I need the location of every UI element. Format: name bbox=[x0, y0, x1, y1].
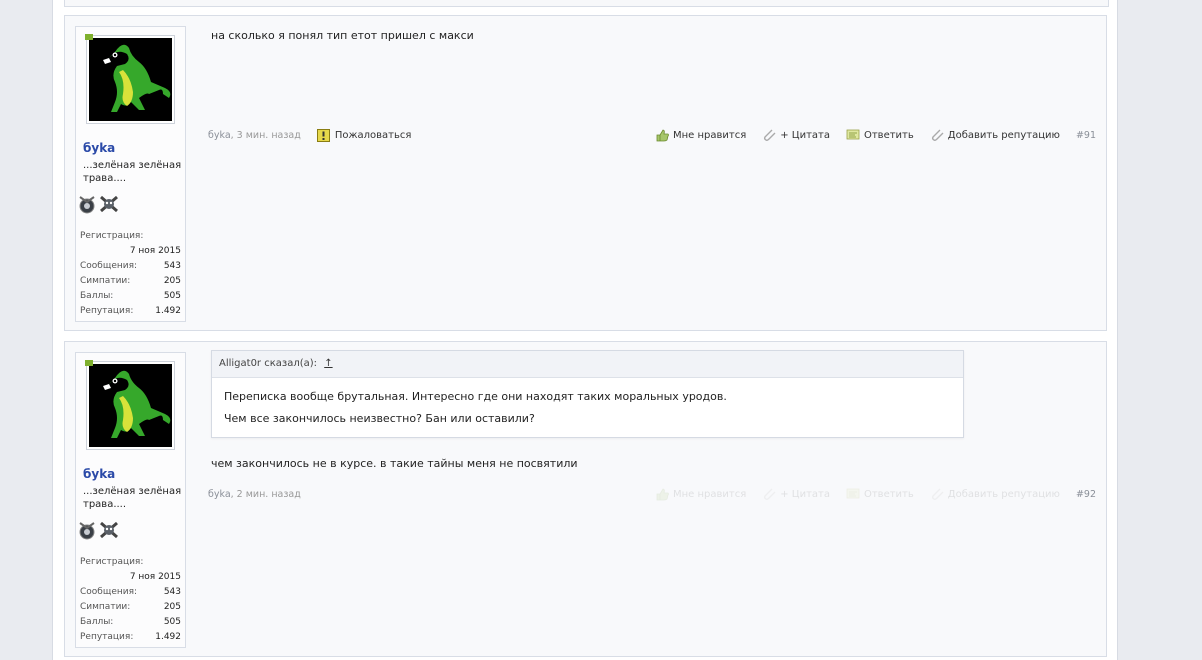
stat-points-value: 505 bbox=[163, 291, 181, 301]
stat-reputation-label: Репутация: bbox=[80, 306, 134, 316]
user-stats: Регистрация: 7 ноя 2015 Сообщения: 543 Си… bbox=[80, 555, 181, 645]
quote-header: Alligat0r сказал(а): ↑ bbox=[212, 351, 963, 378]
stat-likes-value: 205 bbox=[163, 276, 181, 286]
online-indicator bbox=[85, 34, 93, 40]
quote-body: Переписка вообще брутальная. Интересно г… bbox=[212, 378, 963, 437]
stat-registered-label: Регистрация: bbox=[80, 557, 144, 567]
paperclip-icon bbox=[764, 488, 776, 501]
quote-button[interactable]: + Цитата bbox=[762, 128, 830, 142]
stat-messages-label: Сообщения: bbox=[80, 587, 138, 597]
reply-label: Ответить bbox=[863, 488, 914, 500]
stat-points-value: 505 bbox=[163, 617, 181, 627]
stat-likes-value: 205 bbox=[163, 602, 181, 612]
like-label: Мне нравится bbox=[673, 129, 747, 141]
trophy-skull-icon[interactable] bbox=[98, 519, 120, 543]
trophy-row bbox=[76, 519, 185, 545]
message-text: чем закончилось не в курсе. в такие тайн… bbox=[211, 457, 578, 470]
reply-label: Ответить bbox=[863, 129, 914, 141]
avatar[interactable] bbox=[89, 38, 172, 121]
user-info-panel: бyka ...зелёная зелёная трава.... Регист… bbox=[75, 352, 186, 648]
reply-icon bbox=[846, 488, 860, 499]
report-label: Пожаловаться bbox=[334, 129, 412, 141]
trophy-medal-icon[interactable] bbox=[76, 193, 98, 217]
add-reputation-button[interactable]: Добавить репутацию bbox=[930, 487, 1060, 501]
previous-post-edge bbox=[64, 0, 1109, 7]
post-number[interactable]: #91 bbox=[1076, 130, 1096, 141]
quote-label: + Цитата bbox=[780, 488, 830, 500]
stat-registered-label: Регистрация: bbox=[80, 231, 144, 241]
trophy-medal-icon[interactable] bbox=[76, 519, 98, 543]
message-text: на сколько я понял тип етот пришел с мак… bbox=[211, 29, 474, 42]
username[interactable]: бyka bbox=[83, 467, 185, 481]
post-91: бyka ...зелёная зелёная трава.... Регист… bbox=[64, 15, 1107, 331]
reply-button[interactable]: Ответить bbox=[846, 128, 914, 142]
user-title: ...зелёная зелёная трава.... bbox=[83, 486, 182, 510]
quote-label: + Цитата bbox=[780, 129, 830, 141]
stat-registered-value: 7 ноя 2015 bbox=[129, 572, 181, 582]
post-actions: Мне нравится + Цитата Ответить Добавить … bbox=[655, 128, 1096, 142]
stat-reputation-value: 1.492 bbox=[155, 632, 181, 642]
stat-messages-value: 543 bbox=[163, 261, 181, 271]
quote-line: Переписка вообще брутальная. Интересно г… bbox=[224, 390, 727, 403]
message-meta: бyka , 2 мин. назад Мне нравится + Цитат… bbox=[208, 486, 1096, 502]
add-reputation-label: Добавить репутацию bbox=[947, 129, 1060, 141]
avatar-frame[interactable] bbox=[85, 360, 175, 450]
stat-registered-value: 7 ноя 2015 bbox=[129, 246, 181, 256]
trophy-row bbox=[76, 193, 185, 219]
stat-points-label: Баллы: bbox=[80, 617, 114, 627]
add-reputation-button[interactable]: Добавить репутацию bbox=[930, 128, 1060, 142]
thumbs-up-icon bbox=[656, 488, 669, 501]
username[interactable]: бyka bbox=[83, 141, 185, 155]
post-number[interactable]: #92 bbox=[1076, 489, 1096, 500]
online-indicator bbox=[85, 360, 93, 366]
reply-icon bbox=[846, 129, 860, 140]
stat-messages-label: Сообщения: bbox=[80, 261, 138, 271]
user-title: ...зелёная зелёная трава.... bbox=[83, 160, 182, 184]
message-meta: бyka , 3 мин. назад Пожаловаться Мне нра… bbox=[208, 127, 1096, 143]
stat-reputation-value: 1.492 bbox=[155, 306, 181, 316]
stat-likes-label: Симпатии: bbox=[80, 276, 131, 286]
thumbs-up-icon bbox=[656, 129, 669, 142]
post-actions: Мне нравится + Цитата Ответить Добавить … bbox=[655, 487, 1096, 501]
quote-button[interactable]: + Цитата bbox=[762, 487, 830, 501]
stat-points-label: Баллы: bbox=[80, 291, 114, 301]
stat-messages-value: 543 bbox=[163, 587, 181, 597]
paperclip-icon bbox=[764, 129, 776, 142]
quote-block: Alligat0r сказал(а): ↑ Переписка вообще … bbox=[211, 350, 964, 438]
avatar-frame[interactable] bbox=[85, 34, 175, 124]
meta-author[interactable]: бyka bbox=[208, 130, 231, 141]
quote-source-link[interactable]: ↑ bbox=[324, 358, 332, 369]
post-92: бyka ...зелёная зелёная трава.... Регист… bbox=[64, 341, 1107, 657]
trophy-skull-icon[interactable] bbox=[98, 193, 120, 217]
like-label: Мне нравится bbox=[673, 488, 747, 500]
meta-time[interactable]: , 3 мин. назад bbox=[231, 130, 301, 141]
meta-time[interactable]: , 2 мин. назад bbox=[231, 489, 301, 500]
report-icon bbox=[316, 128, 330, 142]
user-stats: Регистрация: 7 ноя 2015 Сообщения: 543 Си… bbox=[80, 229, 181, 319]
meta-author[interactable]: бyka bbox=[208, 489, 231, 500]
quote-line: Чем все закончилось неизвестно? Бан или … bbox=[224, 412, 535, 425]
paperclip-icon bbox=[931, 129, 944, 142]
avatar[interactable] bbox=[89, 364, 172, 447]
paperclip-icon bbox=[931, 488, 944, 501]
like-button[interactable]: Мне нравится bbox=[655, 128, 746, 142]
user-info-panel: бyka ...зелёная зелёная трава.... Регист… bbox=[75, 26, 186, 322]
like-button[interactable]: Мне нравится bbox=[655, 487, 746, 501]
stat-reputation-label: Репутация: bbox=[80, 632, 134, 642]
quote-author: Alligat0r сказал(а): bbox=[219, 358, 318, 369]
reply-button[interactable]: Ответить bbox=[846, 487, 914, 501]
report-button[interactable]: Пожаловаться bbox=[316, 128, 412, 142]
stat-likes-label: Симпатии: bbox=[80, 602, 131, 612]
add-reputation-label: Добавить репутацию bbox=[947, 488, 1060, 500]
